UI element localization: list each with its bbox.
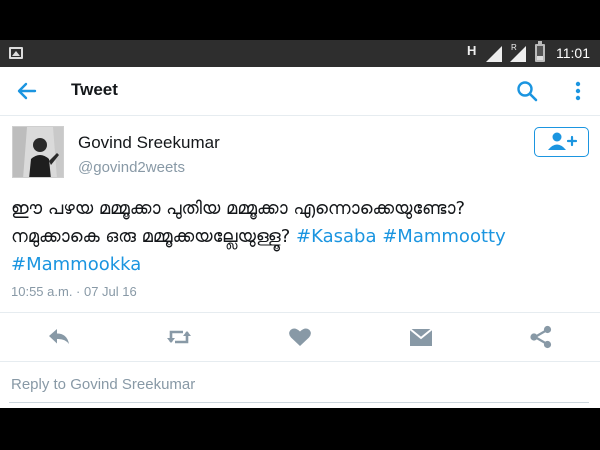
author-handle: @govind2weets xyxy=(78,159,185,176)
author-name[interactable]: Govind Sreekumar xyxy=(78,133,220,153)
direct-message-icon[interactable] xyxy=(408,325,434,349)
like-icon[interactable] xyxy=(287,325,313,349)
back-arrow-icon[interactable] xyxy=(14,78,40,104)
roaming-indicator: R xyxy=(511,43,517,52)
network-type-indicator: H xyxy=(467,43,477,58)
avatar[interactable] xyxy=(12,126,64,178)
tweet-timestamp: 10:55 a.m. · 07 Jul 16 xyxy=(11,284,137,299)
tweet-text-body: നമുക്കാകെ ഒരു മമ്മൂക്കയല്ലേയുള്ളൂ? xyxy=(11,226,291,247)
add-user-icon xyxy=(535,132,587,159)
tweet-text: ഈ പഴയ മമ്മൂക്കാ പുതിയ മമ്മൂക്കാ എന്നൊക്ക… xyxy=(11,195,591,279)
status-clock: 11:01 xyxy=(556,45,590,61)
reply-icon[interactable] xyxy=(46,325,72,349)
tweet-text-line: #Mammookka xyxy=(11,251,591,279)
tweet-text-line: നമുക്കാകെ ഒരു മമ്മൂക്കയല്ലേയുള്ളൂ? #Kasa… xyxy=(11,223,591,251)
tweet-actions xyxy=(0,313,600,361)
image-notification-icon xyxy=(9,47,23,59)
tweet-text-line: ഈ പഴയ മമ്മൂക്കാ പുതിയ മമ്മൂക്കാ എന്നൊക്ക… xyxy=(11,198,466,219)
status-bar: H R 11:01 xyxy=(0,40,600,67)
hashtag-link[interactable]: #Mammookka xyxy=(11,254,141,275)
more-vertical-icon[interactable] xyxy=(570,79,586,103)
device-frame: H R 11:01 Tweet Govind Sreekumar @govind… xyxy=(0,0,600,450)
page-title: Tweet xyxy=(71,80,118,99)
hashtag-link[interactable]: #Kasaba xyxy=(296,226,376,247)
app-bar: Tweet xyxy=(0,67,600,116)
reply-placeholder: Reply to Govind Sreekumar xyxy=(11,376,196,393)
share-icon[interactable] xyxy=(528,325,554,349)
hashtag-link[interactable]: #Mammootty xyxy=(382,226,506,247)
reply-input-underline xyxy=(9,402,589,403)
search-icon[interactable] xyxy=(515,79,539,103)
retweet-icon[interactable] xyxy=(165,325,191,349)
follow-button[interactable] xyxy=(534,127,589,157)
battery-icon xyxy=(535,41,545,62)
signal-icon xyxy=(486,46,502,62)
app-screen: H R 11:01 Tweet Govind Sreekumar @govind… xyxy=(0,40,600,408)
